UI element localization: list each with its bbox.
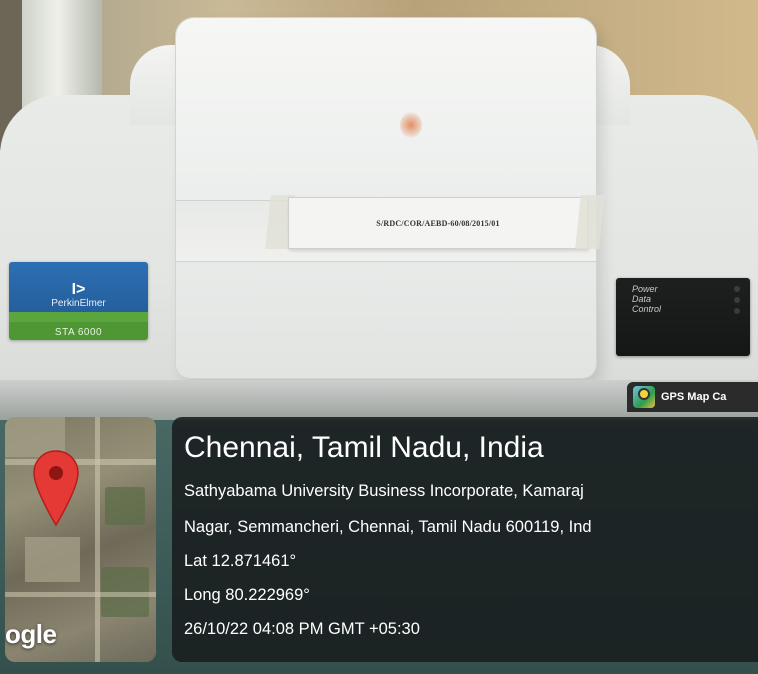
status-panel: Power Data Control: [616, 278, 750, 356]
panel-label-control: Control: [632, 304, 662, 314]
panel-label-power: Power: [632, 284, 658, 294]
timestamp: 26/10/22 04:08 PM GMT +05:30: [184, 620, 420, 638]
location-title: Chennai, Tamil Nadu, India: [184, 431, 544, 464]
gps-app-tag: GPS Map Ca: [627, 382, 758, 412]
perkinelmer-logo-icon: I>: [71, 281, 86, 298]
map-road: [95, 417, 100, 662]
map-area: [105, 487, 145, 525]
gps-map-camera-icon: [633, 386, 655, 408]
address-line-2: Nagar, Semmancheri, Chennai, Tamil Nadu …: [184, 518, 592, 536]
badge-logo-area: I> PerkinElmer: [9, 262, 148, 312]
badge-model: STA 6000: [9, 322, 148, 340]
status-leds: [734, 286, 740, 314]
map-thumbnail: ogle: [5, 417, 156, 662]
perkinelmer-badge: I> PerkinElmer STA 6000: [9, 262, 148, 340]
power-led-icon: [734, 286, 740, 292]
location-info-panel: Chennai, Tamil Nadu, India Sathyabama Un…: [172, 417, 758, 662]
status-panel-labels: Power Data Control: [632, 284, 661, 314]
lid-stain: [400, 112, 422, 138]
map-road: [5, 592, 156, 597]
map-pin-icon: [33, 450, 79, 527]
google-watermark: ogle: [5, 619, 57, 649]
longitude: Long 80.222969°: [184, 586, 310, 604]
address-line-1: Sathyabama University Business Incorpora…: [184, 482, 584, 500]
badge-brand: PerkinElmer: [51, 298, 106, 309]
panel-label-data: Data: [632, 294, 652, 304]
data-led-icon: [734, 297, 740, 303]
badge-stripe: [9, 312, 148, 322]
asset-sticker-text: S/RDC/COR/AEBD-60/08/2015/01: [376, 218, 500, 228]
gps-app-label: GPS Map Ca: [661, 391, 727, 403]
control-led-icon: [734, 308, 740, 314]
asset-sticker: S/RDC/COR/AEBD-60/08/2015/01: [288, 197, 588, 249]
map-area: [25, 537, 80, 582]
latitude: Lat 12.871461°: [184, 552, 297, 570]
